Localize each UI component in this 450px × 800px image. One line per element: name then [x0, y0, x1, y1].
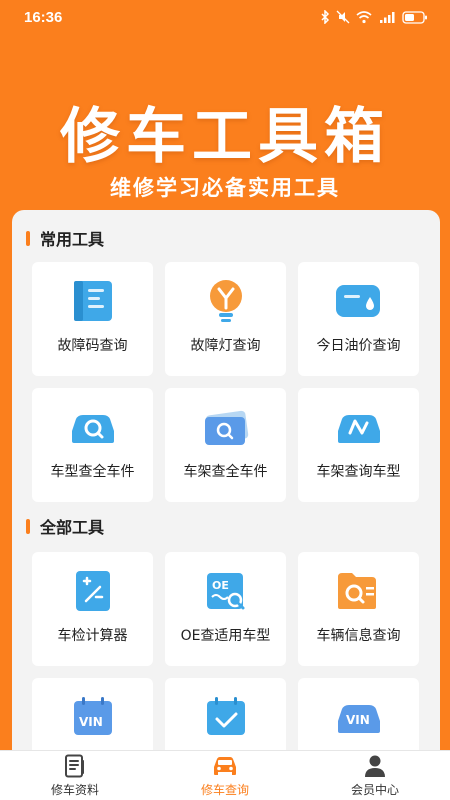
svg-text:VIN: VIN	[346, 713, 370, 727]
tool-card-inspection-calculator[interactable]: 车检计算器	[32, 552, 153, 666]
tool-label: 车检计算器	[57, 628, 128, 644]
section-accent-bar	[26, 518, 30, 534]
tool-card-vehicle-info[interactable]: 车辆信息查询	[298, 552, 419, 666]
tool-label: OE查适用车型	[180, 628, 271, 644]
status-icons	[320, 10, 428, 24]
section-header-common: 常用工具	[26, 226, 104, 250]
nav-item-repair-query[interactable]: 修车查询	[165, 754, 285, 798]
tool-card-vin-parts[interactable]: 车架查全车件	[165, 388, 286, 502]
nav-label: 修车资料	[50, 782, 99, 797]
tools-panel: 常用工具 故障码查询 故障灯查询 今日油价查询 车型查全车件 车架查全车件 车架…	[12, 210, 440, 770]
section-accent-bar	[26, 230, 30, 246]
card-search-icon	[198, 402, 254, 452]
mute-icon	[336, 10, 350, 24]
tool-label: 今日油价查询	[316, 338, 401, 354]
common-tools-grid: 故障码查询 故障灯查询 今日油价查询 车型查全车件 车架查全车件 车架查询车型	[32, 262, 420, 502]
calendar-check-icon	[198, 692, 254, 742]
vin-car-icon: VIN	[331, 692, 387, 742]
car-search-icon	[65, 402, 121, 452]
tool-label: 车架查询车型	[316, 464, 401, 480]
fuel-card-icon	[331, 276, 387, 326]
battery-icon	[402, 10, 427, 24]
svg-text:VIN: VIN	[79, 715, 103, 729]
wifi-icon	[356, 10, 372, 23]
status-bar: 16:36	[0, 0, 450, 34]
car-icon	[211, 754, 239, 778]
folder-search-icon	[331, 566, 387, 616]
vin-calendar-icon: VIN	[65, 692, 121, 742]
nav-label: 修车查询	[200, 782, 249, 797]
tool-card-oe-applicable-model[interactable]: OE OE查适用车型	[165, 552, 286, 666]
car-frame-icon	[331, 402, 387, 452]
tool-card-car-model-parts[interactable]: 车型查全车件	[32, 388, 153, 502]
tool-label: 车架查全车件	[183, 464, 268, 480]
tool-card-fault-code[interactable]: 故障码查询	[32, 262, 153, 376]
oe-search-icon: OE	[198, 566, 254, 616]
calculator-icon	[65, 566, 121, 616]
section-title: 全部工具	[40, 518, 105, 537]
section-title: 常用工具	[40, 230, 105, 249]
tool-label: 车辆信息查询	[316, 628, 401, 644]
tool-card-vin-model[interactable]: 车架查询车型	[298, 388, 419, 502]
signal-icon	[380, 11, 395, 23]
nav-item-member-center[interactable]: 会员中心	[315, 754, 435, 798]
tool-label: 车型查全车件	[50, 464, 135, 480]
document-icon	[64, 754, 86, 778]
tool-label: 故障码查询	[57, 338, 128, 354]
nav-label: 会员中心	[350, 782, 399, 797]
all-tools-grid: 车检计算器 OE OE查适用车型 车辆信息查询 VIN VIN	[32, 552, 420, 770]
nav-item-repair-data[interactable]: 修车资料	[15, 754, 135, 798]
user-icon	[363, 754, 387, 778]
tool-label: 故障灯查询	[190, 338, 261, 354]
section-header-all: 全部工具	[26, 514, 104, 538]
hero-title: 修车工具箱	[60, 102, 390, 172]
hero-subtitle: 维修学习必备实用工具	[110, 176, 340, 200]
svg-text:OE: OE	[212, 579, 229, 592]
manual-book-icon	[65, 276, 121, 326]
tool-card-fault-light[interactable]: 故障灯查询	[165, 262, 286, 376]
status-time: 16:36	[24, 8, 63, 26]
bluetooth-icon	[321, 10, 330, 24]
bottom-nav: 修车资料 修车查询 会员中心	[0, 750, 450, 800]
tool-card-oil-price[interactable]: 今日油价查询	[298, 262, 419, 376]
warning-bulb-icon	[198, 276, 254, 326]
